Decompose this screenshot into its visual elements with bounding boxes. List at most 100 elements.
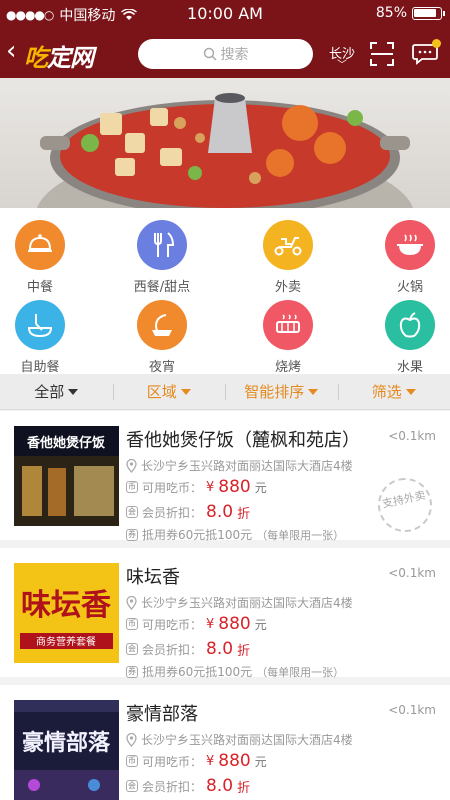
category-fruit[interactable]: 水果 (370, 300, 450, 375)
restaurant-thumbnail: 豪情部落 (14, 700, 119, 800)
coin-amount: 880 (218, 614, 251, 634)
category-label: 外卖 (274, 280, 301, 295)
city-selector[interactable]: 长沙 ﹀ (329, 43, 355, 71)
discount-row: 会 会员折扣： 8.0 折 (126, 639, 250, 659)
category-chinese[interactable]: 中餐 (0, 220, 80, 295)
currency-symbol: ¥ (206, 753, 215, 769)
caret-down-icon (68, 388, 79, 395)
apple-icon (399, 312, 421, 338)
member-icon: 会 (126, 506, 138, 518)
restaurant-distance: <0.1km (388, 703, 436, 717)
restaurant-name: 豪情部落 (126, 704, 198, 725)
status-bar: ●●●●○ 中国移动 10:00 AM 85% (0, 0, 450, 28)
coin-row: 币 可用吃币： ¥ 880 元 (126, 614, 267, 634)
restaurant-distance: <0.1km (388, 429, 436, 443)
restaurant-card[interactable]: 豪情部落 豪情部落 <0.1km 长沙宁乡玉兴路对面丽达国际大酒店4楼 币 可用… (0, 685, 450, 800)
filter-label: 全部 (34, 383, 65, 401)
category-circle (385, 300, 435, 350)
filter-all[interactable]: 全部 (0, 374, 113, 409)
voucher-row: 券 抵用券60元抵100元 （每单限用一张） (126, 663, 344, 680)
coin-unit: 元 (254, 480, 267, 495)
restaurant-list: 香他她煲仔饭 香他她煲仔饭（麓枫和苑店） <0.1km 长沙宁乡玉兴路对面丽达国… (0, 411, 450, 800)
member-label: 会员折扣： (142, 642, 203, 657)
category-night-snack[interactable]: 夜宵 (122, 300, 202, 375)
caret-down-icon (308, 388, 319, 395)
filter-area[interactable]: 区域 (112, 374, 226, 409)
cloche-icon (28, 234, 52, 252)
message-button[interactable] (412, 39, 441, 65)
category-circle (15, 220, 65, 270)
scan-icon[interactable] (369, 41, 395, 67)
discount-unit: 折 (237, 506, 251, 522)
chevron-down-icon: ﹀ (337, 60, 347, 71)
category-takeout[interactable]: 外卖 (248, 220, 328, 295)
svg-text:味坛香: 味坛香 (21, 588, 111, 623)
category-label: 水果 (396, 360, 423, 375)
scooter-icon (274, 237, 302, 256)
address-row: 长沙宁乡玉兴路对面丽达国际大酒店4楼 (126, 457, 353, 474)
restaurant-card[interactable]: 味坛香 商务营养套餐 味坛香 <0.1km 长沙宁乡玉兴路对面丽达国际大酒店4楼… (0, 548, 450, 685)
discount-unit: 折 (237, 643, 251, 659)
discount-value: 8.0 (206, 639, 234, 659)
discount-value: 8.0 (206, 776, 234, 796)
filter-label: 区域 (146, 383, 177, 401)
location-pin-icon (126, 595, 137, 610)
category-circle (15, 300, 65, 350)
voucher-row: 券 抵用券60元抵100元 （每单限用一张） (126, 526, 344, 543)
coin-label: 可用吃币： (142, 617, 203, 632)
category-circle (263, 220, 313, 270)
voucher-text: 抵用券60元抵100元 (142, 528, 253, 542)
restaurant-name: 味坛香 (126, 567, 180, 588)
category-label: 烧烤 (274, 360, 301, 375)
restaurant-address: 长沙宁乡玉兴路对面丽达国际大酒店4楼 (141, 459, 353, 473)
member-icon: 会 (126, 643, 138, 655)
hotpot-icon (397, 234, 423, 255)
voucher-note: （每单限用一张） (256, 665, 345, 679)
category-circle (137, 220, 187, 270)
filter-screen[interactable]: 筛选 (337, 374, 450, 409)
coin-row: 币 可用吃币： ¥ 880 元 (126, 477, 267, 497)
filter-bar: 全部 区域 智能排序 筛选 (0, 374, 450, 410)
category-hotpot[interactable]: 火锅 (370, 220, 450, 295)
category-label: 中餐 (26, 280, 53, 295)
location-pin-icon (126, 458, 137, 473)
discount-row: 会 会员折扣： 8.0 折 (126, 776, 250, 796)
member-label: 会员折扣： (142, 779, 203, 794)
filter-label: 筛选 (371, 383, 402, 401)
category-circle (137, 300, 187, 350)
hotpot-banner[interactable] (0, 78, 450, 208)
category-western[interactable]: 西餐/甜点 (122, 220, 202, 295)
currency-symbol: ¥ (206, 479, 215, 495)
battery-percent: 85% (375, 5, 407, 21)
voucher-note: （每单限用一张） (256, 528, 345, 542)
voucher-text: 抵用券60元抵100元 (142, 665, 253, 679)
category-circle (385, 220, 435, 270)
coin-unit: 元 (254, 754, 267, 769)
voucher-icon: 券 (126, 665, 138, 678)
filter-smart-sort[interactable]: 智能排序 (225, 374, 338, 409)
restaurant-address: 长沙宁乡玉兴路对面丽达国际大酒店4楼 (141, 596, 353, 610)
app-header: ‹ 吃定网 搜索 长沙 ﹀ (0, 30, 450, 76)
coin-icon: 币 (126, 755, 138, 767)
voucher-icon: 券 (126, 528, 138, 541)
back-icon[interactable]: ‹ (6, 38, 16, 64)
coin-icon: 币 (126, 618, 138, 630)
address-row: 长沙宁乡玉兴路对面丽达国际大酒店4楼 (126, 594, 353, 611)
search-placeholder: 搜索 (220, 47, 249, 63)
currency-symbol: ¥ (206, 616, 215, 632)
bbq-icon (276, 314, 300, 333)
restaurant-card[interactable]: 香他她煲仔饭 香他她煲仔饭（麓枫和苑店） <0.1km 长沙宁乡玉兴路对面丽达国… (0, 411, 450, 548)
location-pin-icon (126, 732, 137, 747)
svg-text:豪情部落: 豪情部落 (22, 730, 111, 756)
svg-text:商务营养套餐: 商务营养套餐 (36, 635, 96, 648)
category-label: 自助餐 (20, 360, 60, 375)
notification-badge (432, 39, 441, 48)
category-bbq[interactable]: 烧烤 (248, 300, 328, 375)
category-buffet[interactable]: 自助餐 (0, 300, 80, 375)
storefront-image: 香他她煲仔饭 (14, 426, 119, 526)
app-logo: 吃定网 (24, 44, 94, 72)
search-input[interactable]: 搜索 (138, 39, 313, 69)
category-grid: 中餐 西餐/甜点 外卖 火锅 自助餐 夜宵 烧烤 水果 (0, 208, 450, 375)
caret-down-icon (180, 388, 191, 395)
top-bar: ●●●●○ 中国移动 10:00 AM 85% ‹ 吃定网 搜索 长沙 ﹀ (0, 0, 450, 78)
